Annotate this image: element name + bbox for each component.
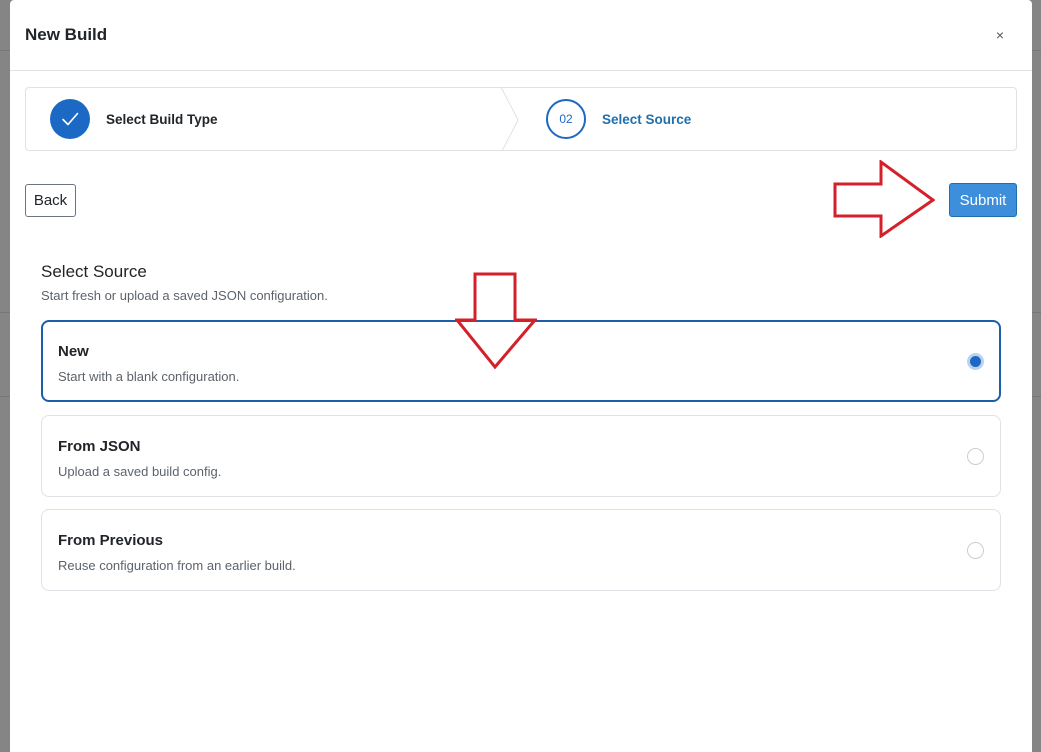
check-icon xyxy=(50,99,90,139)
option-title: From Previous xyxy=(58,532,164,549)
background-divider xyxy=(0,50,10,51)
section-subtitle: Start fresh or upload a saved JSON confi… xyxy=(41,288,328,303)
source-option-from-json[interactable]: From JSON Upload a saved build config. xyxy=(41,415,1001,497)
submit-button[interactable]: Submit xyxy=(949,183,1017,217)
section-title: Select Source xyxy=(41,262,147,281)
annotation-arrow-right-icon xyxy=(833,160,935,238)
background-app-left xyxy=(0,0,10,752)
background-divider xyxy=(1031,396,1041,397)
option-description: Upload a saved build config. xyxy=(58,464,222,479)
source-option-from-previous[interactable]: From Previous Reuse configuration from a… xyxy=(41,509,1001,591)
option-title: New xyxy=(58,343,89,360)
modal-header: New Build × xyxy=(10,0,1032,71)
step-label: Select Build Type xyxy=(106,111,218,127)
option-description: Reuse configuration from an earlier buil… xyxy=(58,558,296,573)
background-divider xyxy=(0,396,10,397)
step-select-build-type[interactable]: Select Build Type xyxy=(50,88,218,150)
radio-selected[interactable] xyxy=(967,353,984,370)
radio-unselected[interactable] xyxy=(967,542,984,559)
annotation-arrow-down-icon xyxy=(455,272,537,370)
close-icon[interactable]: × xyxy=(988,23,1012,47)
new-build-modal: New Build × Select Build Type 02 Select … xyxy=(10,0,1032,752)
modal-title: New Build xyxy=(25,25,108,44)
stepper: Select Build Type 02 Select Source xyxy=(25,87,1017,151)
background-divider xyxy=(0,312,10,313)
step-label: Select Source xyxy=(602,111,692,127)
option-title: From JSON xyxy=(58,438,141,455)
background-app-right xyxy=(1031,0,1041,752)
chevron-separator-icon xyxy=(500,88,519,150)
radio-unselected[interactable] xyxy=(967,448,984,465)
step-select-source[interactable]: 02 Select Source xyxy=(546,88,691,150)
back-button[interactable]: Back xyxy=(25,184,76,217)
option-description: Start with a blank configuration. xyxy=(58,369,240,384)
background-divider xyxy=(1031,50,1041,51)
step-number-badge: 02 xyxy=(546,99,586,139)
background-divider xyxy=(1031,312,1041,313)
